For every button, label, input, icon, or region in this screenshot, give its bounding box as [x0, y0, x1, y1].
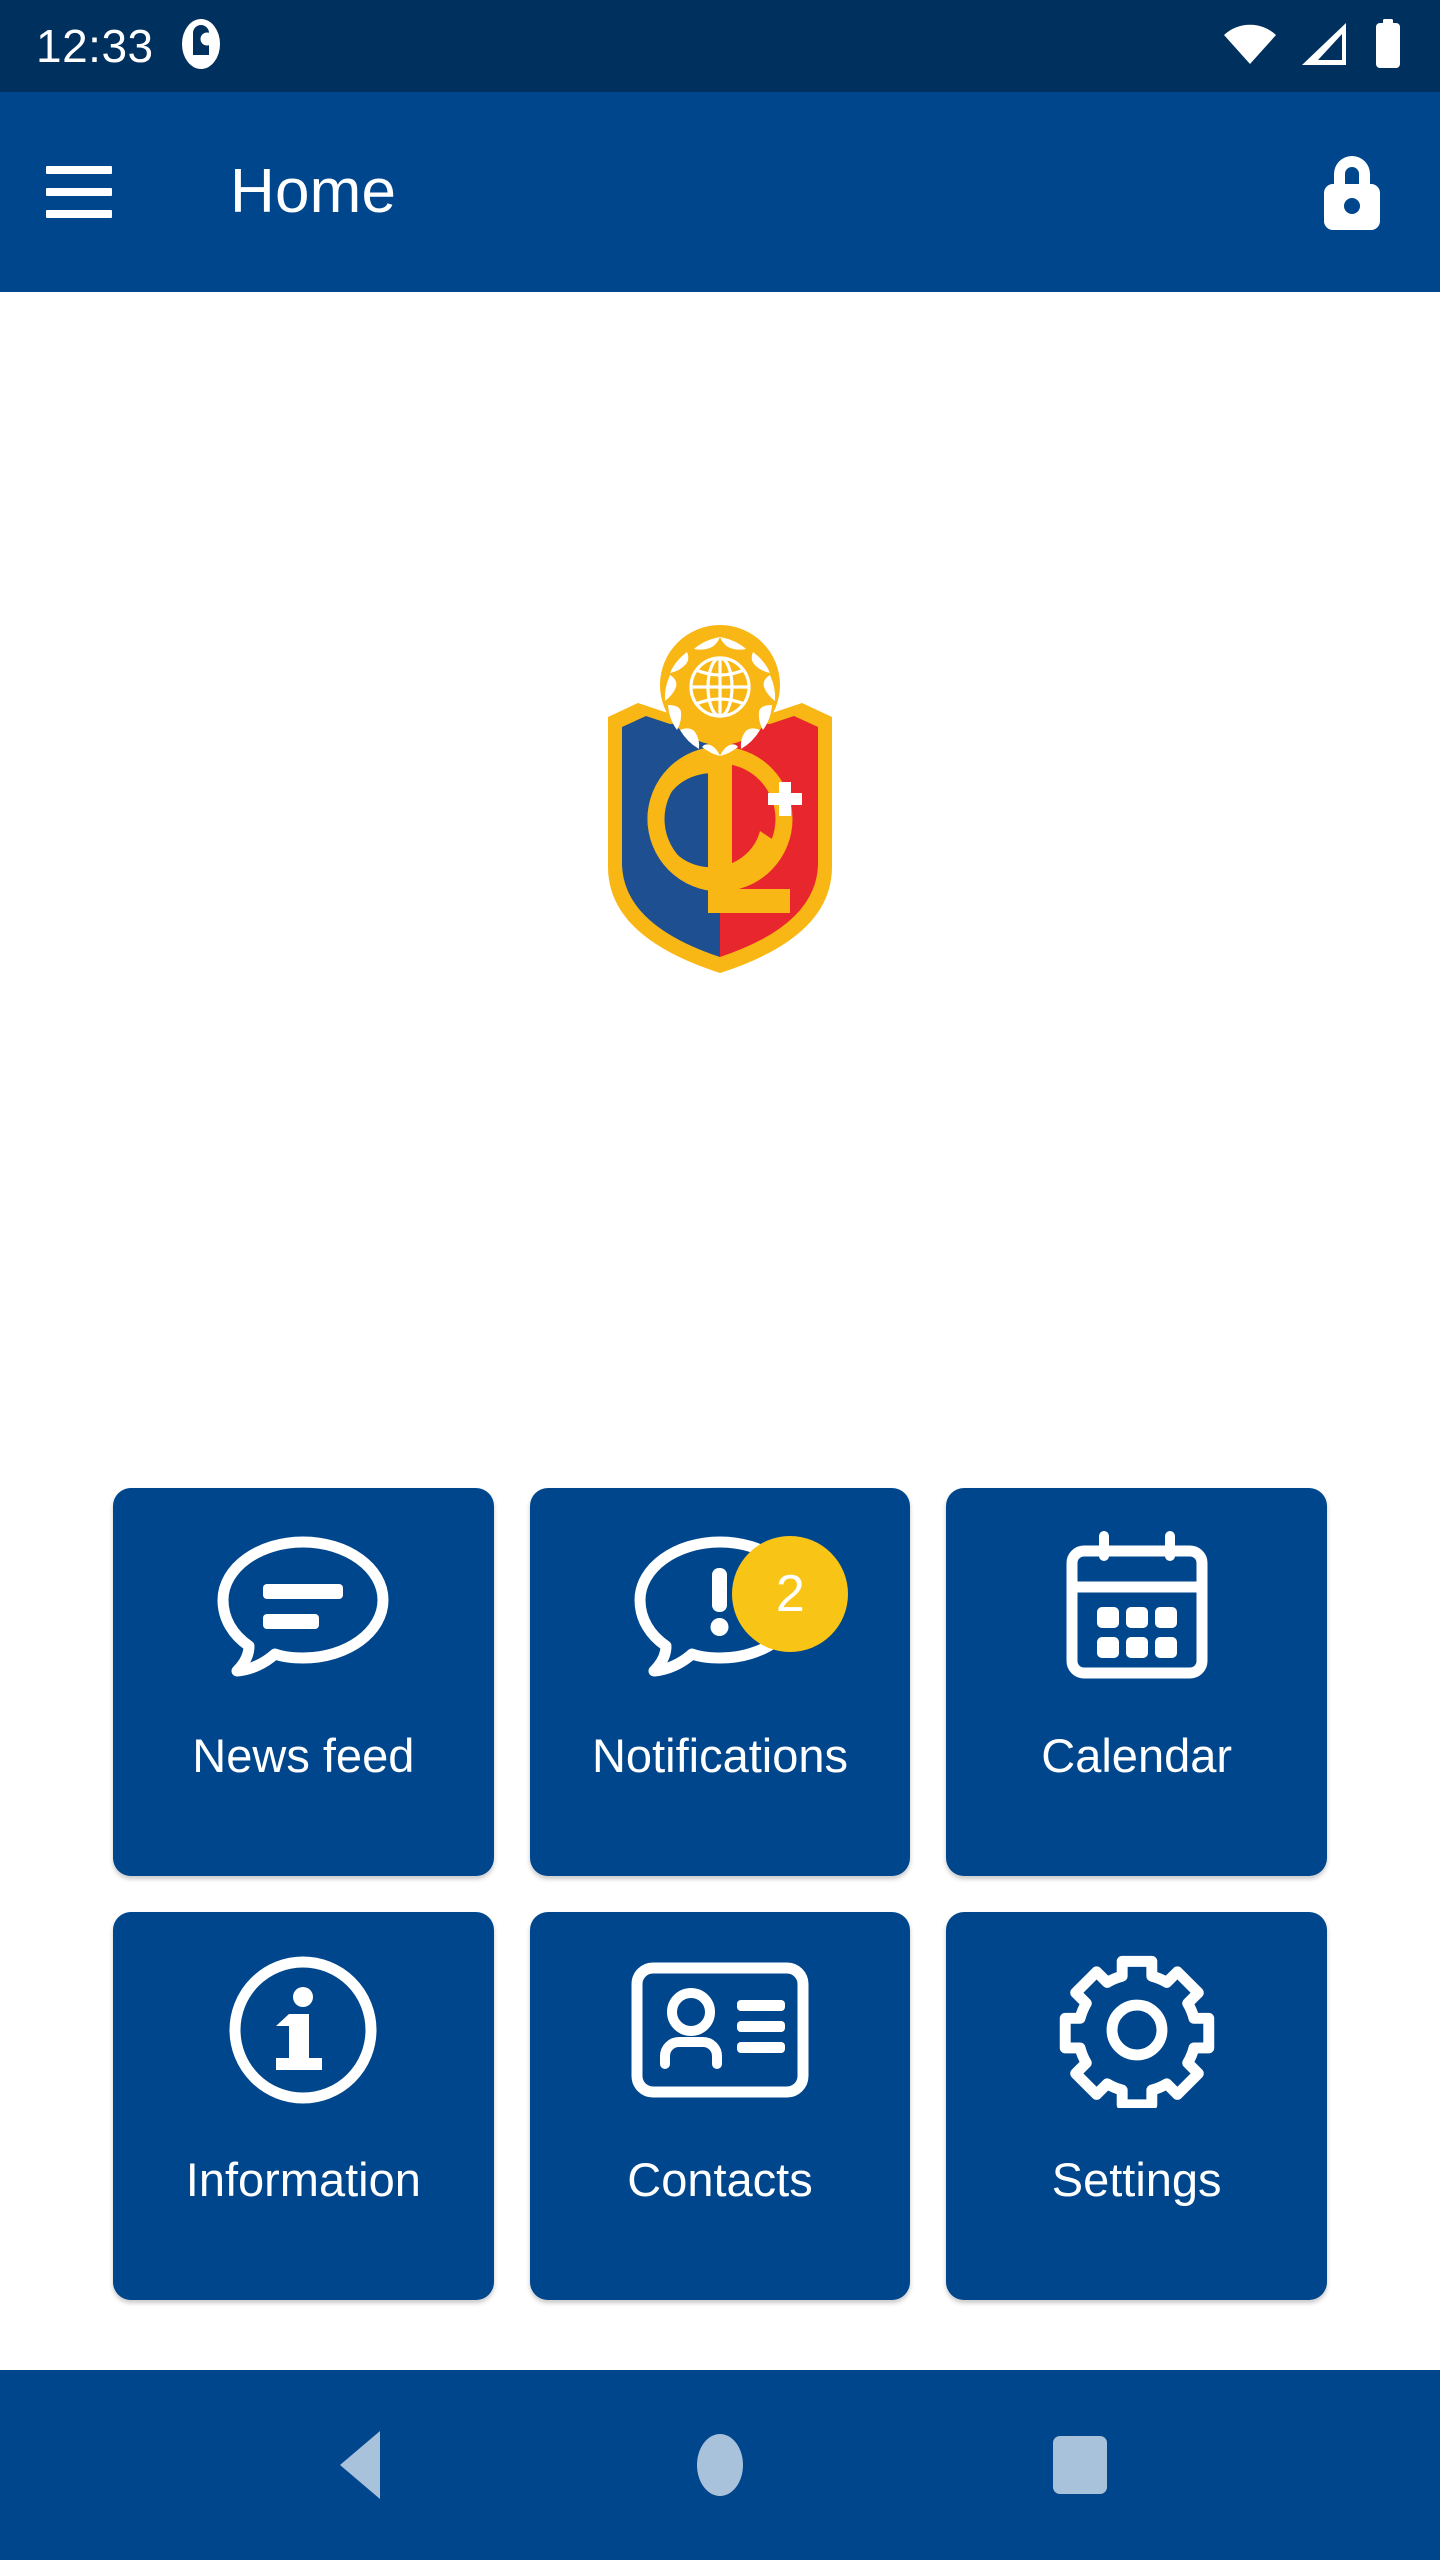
hamburger-menu-icon[interactable]	[40, 153, 118, 231]
page-title: Home	[230, 157, 397, 226]
battery-icon	[1372, 18, 1404, 74]
tile-information[interactable]: Information	[113, 1912, 494, 2300]
hamburger-line	[46, 166, 112, 174]
tile-contacts[interactable]: Contacts	[529, 1912, 911, 2300]
app-notification-icon	[180, 17, 222, 76]
app-bar: Home	[0, 92, 1440, 292]
chat-bubble-alert-icon	[530, 1488, 911, 1724]
notification-badge: 2	[732, 1536, 849, 1652]
hamburger-line	[46, 188, 112, 196]
info-circle-icon	[113, 1912, 494, 2148]
phone-screen: 12:33 Home News feed 2 Notifications Cal…	[0, 0, 1440, 2560]
tile-label: Notifications	[591, 1729, 848, 1782]
status-bar-notification-area	[180, 17, 222, 76]
status-bar-clock: 12:33	[36, 20, 154, 72]
tile-notifications[interactable]: 2 Notifications	[529, 1488, 911, 1876]
tile-label: Information	[185, 2153, 421, 2206]
cellular-signal-icon	[1300, 21, 1350, 72]
tile-label: Contacts	[627, 2153, 813, 2206]
recents-square-shape	[1053, 2436, 1107, 2494]
status-bar-system-icons	[1222, 18, 1404, 74]
home-circle-shape	[697, 2434, 743, 2496]
organization-crest-logo	[570, 597, 870, 997]
tile-label: Settings	[1051, 2153, 1222, 2206]
home-circle-icon[interactable]	[660, 2405, 780, 2525]
gear-icon	[946, 1912, 1327, 2148]
id-card-person-icon	[530, 1912, 911, 2148]
calendar-icon	[946, 1488, 1327, 1724]
back-triangle-icon[interactable]	[300, 2405, 420, 2525]
tile-label: News feed	[192, 1729, 415, 1782]
tile-label: Calendar	[1041, 1729, 1233, 1782]
tile-news-feed[interactable]: News feed	[113, 1488, 494, 1876]
chat-bubble-lines-icon	[113, 1488, 494, 1724]
lock-closed-icon[interactable]	[1304, 144, 1400, 240]
back-triangle-shape	[340, 2431, 380, 2499]
wifi-icon	[1222, 21, 1278, 72]
tile-calendar[interactable]: Calendar	[946, 1488, 1327, 1876]
recents-square-icon[interactable]	[1020, 2405, 1140, 2525]
hamburger-line	[46, 210, 112, 218]
tile-settings[interactable]: Settings	[946, 1912, 1327, 2300]
home-tile-grid: News feed 2 Notifications Calendar Infor…	[0, 1488, 1440, 2370]
android-navigation-bar	[0, 2370, 1440, 2560]
status-bar: 12:33	[0, 0, 1440, 92]
main-content: News feed 2 Notifications Calendar Infor…	[0, 292, 1440, 2370]
